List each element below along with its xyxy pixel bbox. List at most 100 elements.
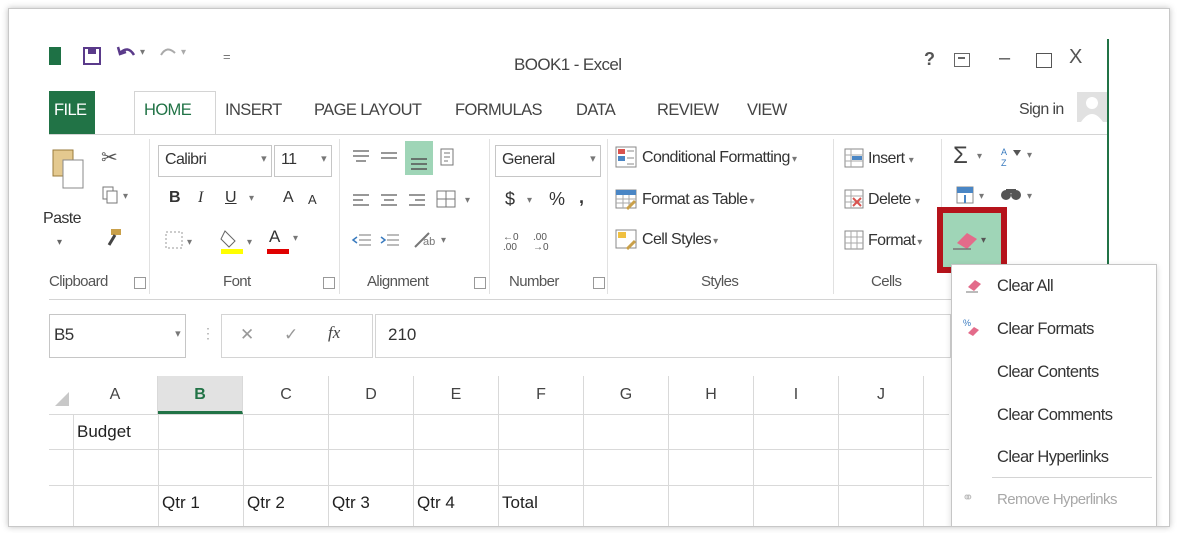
fill-icon[interactable]: ▾ [955,185,995,209]
tab-formulas[interactable]: FORMULAS [455,101,542,120]
column-header-h[interactable]: H [669,376,754,414]
menu-item-clear-all[interactable]: Clear All [997,277,1054,296]
font-size-combo[interactable]: 11 ▾ [274,145,332,177]
column-header-f[interactable]: F [499,376,584,414]
insert-cells-button[interactable]: Insert ▾ [868,150,914,168]
save-icon[interactable] [83,47,101,65]
cell-e3[interactable]: Qtr 4 [417,493,455,513]
copy-icon[interactable]: ▾ [101,185,135,205]
align-right-icon[interactable] [407,191,427,211]
font-launcher-icon[interactable] [323,277,335,289]
fill-color-icon[interactable]: ▾ [219,227,259,255]
align-left-icon[interactable] [351,191,371,211]
column-header-e[interactable]: E [414,376,499,414]
col-line [413,414,414,526]
decrease-indent-icon[interactable] [351,231,373,251]
grow-font-button[interactable]: A [283,189,294,207]
select-all-corner[interactable] [49,376,73,414]
close-button[interactable]: X [1069,46,1082,69]
increase-decimal-button[interactable]: ←0 .00 [503,233,525,253]
percent-button[interactable]: % [549,189,565,210]
borders-icon[interactable]: ▾ [165,231,199,251]
number-launcher-icon[interactable] [593,277,605,289]
tab-view[interactable]: VIEW [747,101,787,120]
tab-page-layout[interactable]: PAGE LAYOUT [314,101,422,120]
comma-button[interactable]: , [579,187,584,208]
conditional-formatting-button[interactable]: Conditional Formatting ▾ [642,149,797,167]
currency-dropdown-icon[interactable]: ▾ [527,195,532,206]
orientation-icon[interactable] [439,147,459,169]
align-middle-icon[interactable] [379,147,399,167]
menu-item-clear-comments[interactable]: Clear Comments [997,406,1113,425]
menu-item-clear-hyperlinks[interactable]: Clear Hyperlinks [997,448,1109,467]
minimize-button[interactable]: – [999,47,1010,70]
column-header-j[interactable]: J [839,376,924,414]
tab-file[interactable]: FILE [54,101,87,120]
undo-icon[interactable]: ▾ [116,43,156,67]
format-cells-button[interactable]: Format ▾ [868,232,922,250]
column-header-a[interactable]: A [73,376,158,414]
paste-dropdown-icon[interactable]: ▾ [57,237,62,248]
ribbon-display-icon[interactable] [954,53,970,67]
increase-indent-icon[interactable] [379,231,401,251]
find-icon[interactable]: ▾ [999,185,1039,209]
cell-a1[interactable]: Budget [77,422,131,442]
enter-entry-button[interactable]: ✓ [284,325,298,345]
paste-icon[interactable] [49,144,87,204]
merge-center-icon[interactable]: ▾ [435,189,479,211]
wrap-text-icon[interactable]: ab ▾ [413,229,453,253]
maximize-button[interactable] [1036,53,1052,68]
insert-function-button[interactable]: fx [328,323,340,343]
italic-button[interactable]: I [198,189,203,207]
col-line [243,414,244,526]
cell-styles-button[interactable]: Cell Styles ▾ [642,231,718,249]
align-center-icon[interactable] [379,191,399,211]
name-box[interactable]: B5 ▾ [49,314,186,358]
cell-d3[interactable]: Qtr 3 [332,493,370,513]
avatar[interactable] [1077,92,1107,122]
customize-qat-icon[interactable]: = [223,49,231,64]
menu-item-clear-formats[interactable]: Clear Formats [997,320,1094,339]
column-header-b[interactable]: B [158,376,243,414]
help-button[interactable]: ? [924,49,935,70]
format-painter-icon[interactable] [103,227,125,249]
column-header-g[interactable]: G [584,376,669,414]
sign-in-link[interactable]: Sign in [1019,101,1064,119]
sort-filter-icon[interactable]: A Z ▾ [999,144,1039,170]
align-top-icon[interactable] [351,147,371,167]
font-color-icon[interactable]: A ▾ [265,227,305,255]
tab-data[interactable]: DATA [576,101,616,120]
align-bottom-icon[interactable] [405,141,433,175]
format-as-table-button[interactable]: Format as Table ▾ [642,191,755,209]
clipboard-launcher-icon[interactable] [134,277,146,289]
alignment-launcher-icon[interactable] [474,277,486,289]
tab-review[interactable]: REVIEW [657,101,719,120]
svg-text:A: A [1001,147,1007,157]
underline-button[interactable]: U [225,189,237,207]
tab-insert[interactable]: INSERT [225,101,282,120]
shrink-font-button[interactable]: A [308,192,317,207]
column-header-d[interactable]: D [329,376,414,414]
cell-f3[interactable]: Total [502,493,538,513]
underline-dropdown-icon[interactable]: ▾ [249,193,254,204]
delete-cells-button[interactable]: Delete ▾ [868,191,920,209]
font-name-combo[interactable]: Calibri ▾ [158,145,272,177]
bold-button[interactable]: B [169,189,181,207]
number-format-combo[interactable]: General ▾ [495,145,601,177]
cancel-entry-button[interactable]: ✕ [240,325,254,345]
column-header-i[interactable]: I [754,376,839,414]
formula-input-value: 210 [388,325,417,344]
cell-b3[interactable]: Qtr 1 [162,493,200,513]
menu-item-clear-contents[interactable]: Clear Contents [997,363,1099,382]
cut-icon[interactable]: ✂ [101,145,118,170]
paste-label[interactable]: Paste [43,210,82,228]
cell-c3[interactable]: Qtr 2 [247,493,285,513]
formula-input[interactable]: 210 [375,314,951,358]
decrease-decimal-button[interactable]: .00 →0 [533,233,555,253]
formula-bar-grip-icon[interactable]: ⋮ [201,325,215,342]
currency-button[interactable]: $ [505,189,515,210]
redo-icon[interactable]: ▾ [159,43,199,67]
autosum-button[interactable]: Σ ▾ [953,142,997,172]
column-header-c[interactable]: C [244,376,329,414]
tab-home[interactable]: HOME [144,101,192,120]
